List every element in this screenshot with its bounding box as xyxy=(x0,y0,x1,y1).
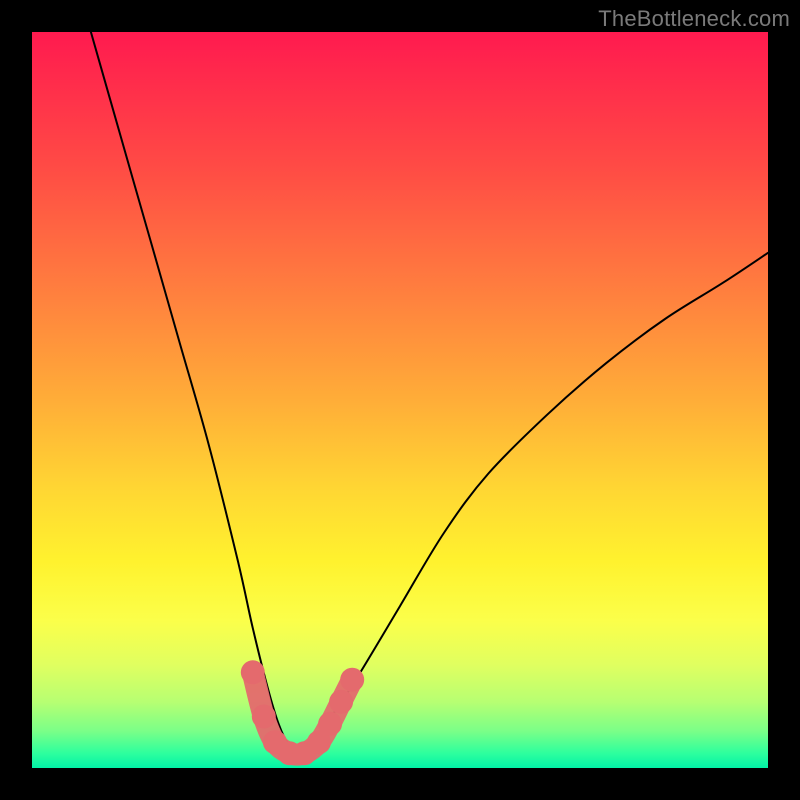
bottleneck-curve xyxy=(91,32,768,753)
watermark-text: TheBottleneck.com xyxy=(598,6,790,32)
highlight-dot xyxy=(252,705,276,729)
highlight-dot xyxy=(329,690,353,714)
highlight-dot xyxy=(318,712,342,736)
chart-svg xyxy=(32,32,768,768)
highlight-dot xyxy=(241,660,265,684)
highlight-dots xyxy=(241,660,364,765)
highlight-dot xyxy=(340,668,364,692)
chart-frame xyxy=(32,32,768,768)
